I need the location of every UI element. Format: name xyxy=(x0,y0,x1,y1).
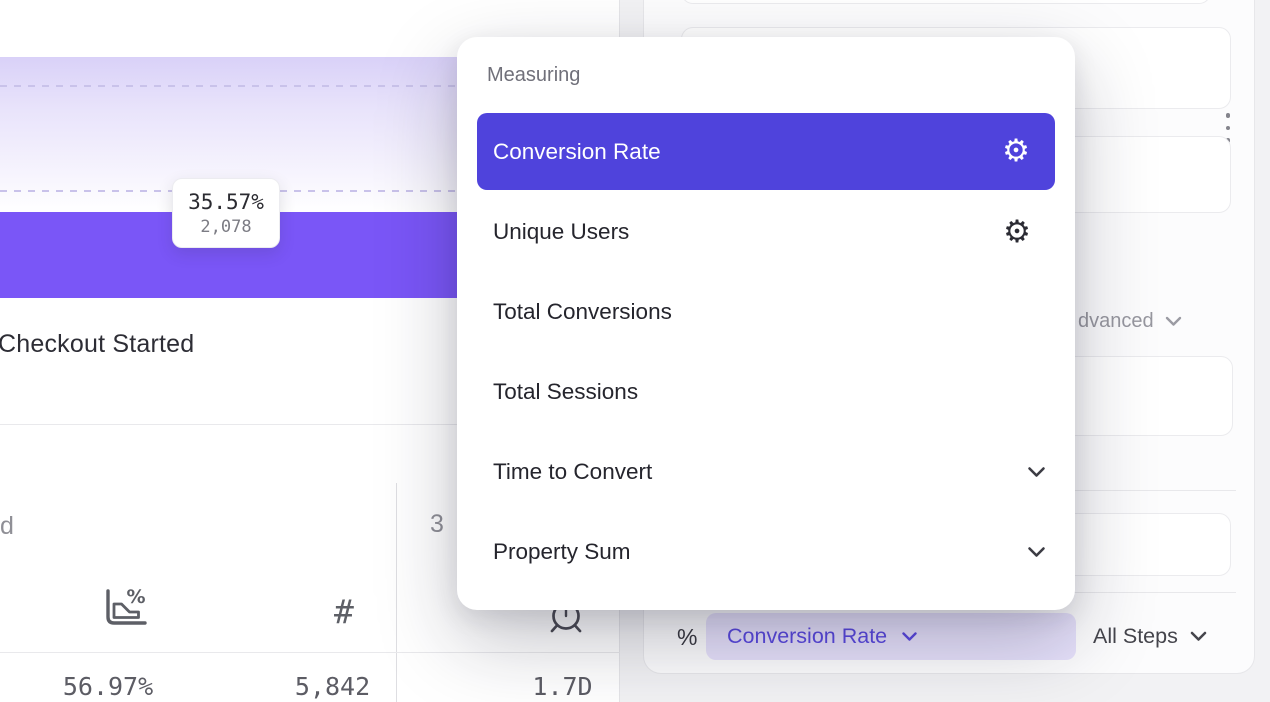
all-steps-dropdown[interactable]: All Steps xyxy=(1093,613,1207,660)
svg-text:%: % xyxy=(126,586,145,608)
chevron-down-icon xyxy=(1190,631,1207,642)
funnel-tooltip: 35.57% 2,078 xyxy=(172,178,280,248)
funnel-step-label: Checkout Started xyxy=(0,330,194,359)
tooltip-count: 2,078 xyxy=(200,217,251,237)
percent-prefix: % xyxy=(677,624,697,651)
table-header-partial: d xyxy=(0,512,14,541)
menu-item-time-to-convert[interactable]: Time to Convert xyxy=(457,432,1075,512)
advanced-label: dvanced xyxy=(1078,310,1154,333)
menu-item-total-conversions[interactable]: Total Conversions xyxy=(457,272,1075,352)
hash-icon: # xyxy=(334,592,354,631)
menu-item-label: Total Sessions xyxy=(493,379,638,405)
table-cell-time: 1.7D xyxy=(520,672,605,701)
gear-icon[interactable]: ⚙ xyxy=(1002,136,1030,167)
gear-icon[interactable]: ⚙ xyxy=(1003,217,1031,248)
table-column-divider xyxy=(396,483,397,702)
tooltip-rate: 35.57% xyxy=(188,190,264,214)
table-header-step-number: 3 xyxy=(430,510,444,539)
menu-item-total-sessions[interactable]: Total Sessions xyxy=(457,352,1075,432)
measurement-pill[interactable]: Conversion Rate xyxy=(706,613,1076,660)
menu-item-label: Unique Users xyxy=(493,219,629,245)
conversion-rate-icon: % xyxy=(100,586,152,632)
menu-item-conversion-rate[interactable]: Conversion Rate ⚙ xyxy=(477,113,1055,190)
measurement-pill-label: Conversion Rate xyxy=(727,624,887,649)
all-steps-label: All Steps xyxy=(1093,624,1178,649)
menu-item-label: Time to Convert xyxy=(493,459,652,485)
menu-item-label: Property Sum xyxy=(493,539,631,565)
measuring-label: Measuring xyxy=(487,64,580,87)
chevron-down-icon xyxy=(1027,466,1046,478)
table-row-divider xyxy=(0,652,620,653)
table-cell-count: 5,842 xyxy=(285,672,380,701)
chevron-down-icon xyxy=(1165,316,1182,327)
chevron-down-icon xyxy=(902,632,917,642)
menu-item-label: Conversion Rate xyxy=(493,139,661,165)
builder-row-card xyxy=(681,0,1211,4)
advanced-toggle[interactable]: dvanced xyxy=(1078,310,1182,333)
menu-item-unique-users[interactable]: Unique Users ⚙ xyxy=(457,192,1075,272)
chevron-down-icon xyxy=(1027,546,1046,558)
measuring-dropdown: Measuring Conversion Rate ⚙ Unique Users ⚙ T… xyxy=(457,37,1075,610)
table-cell-conversion: 56.97% xyxy=(48,672,168,701)
menu-item-property-sum[interactable]: Property Sum xyxy=(457,512,1075,592)
menu-item-label: Total Conversions xyxy=(493,299,672,325)
